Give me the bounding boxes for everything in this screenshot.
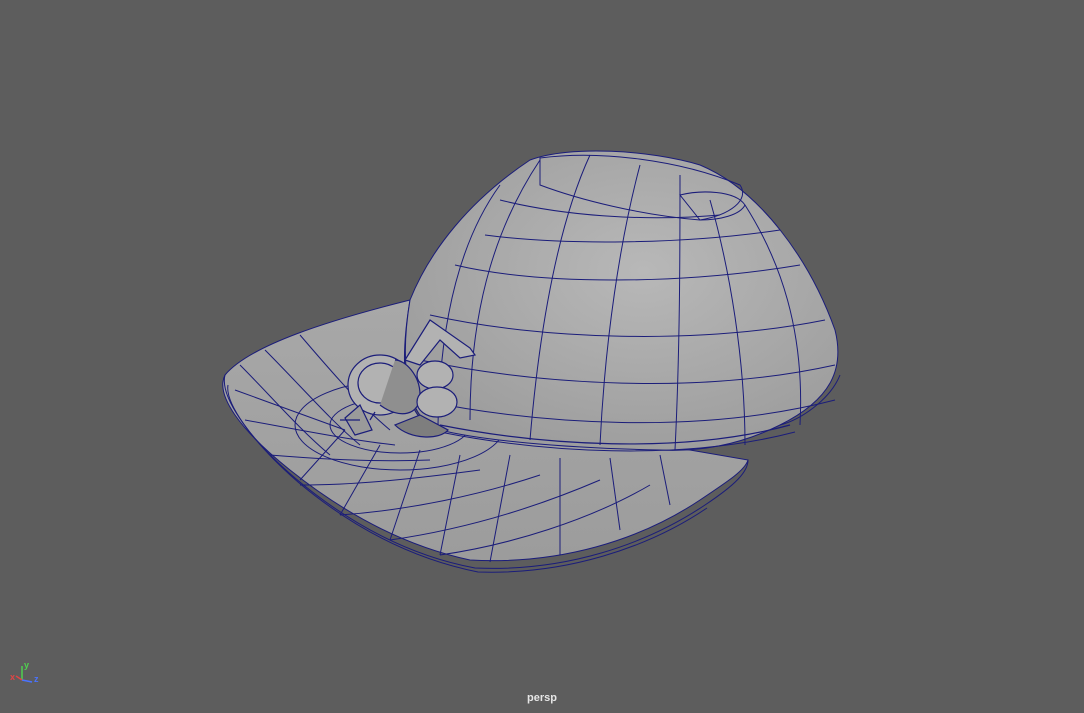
cap-crown xyxy=(404,150,841,452)
axis-y-label: y xyxy=(24,660,30,670)
axis-z-label: z xyxy=(34,674,39,684)
axis-x-label: x xyxy=(10,672,16,682)
cap-model[interactable] xyxy=(0,0,1084,713)
axis-gizmo: y x z xyxy=(8,660,48,690)
perspective-viewport[interactable]: y x z persp xyxy=(0,0,1084,713)
camera-name-label: persp xyxy=(527,692,557,704)
